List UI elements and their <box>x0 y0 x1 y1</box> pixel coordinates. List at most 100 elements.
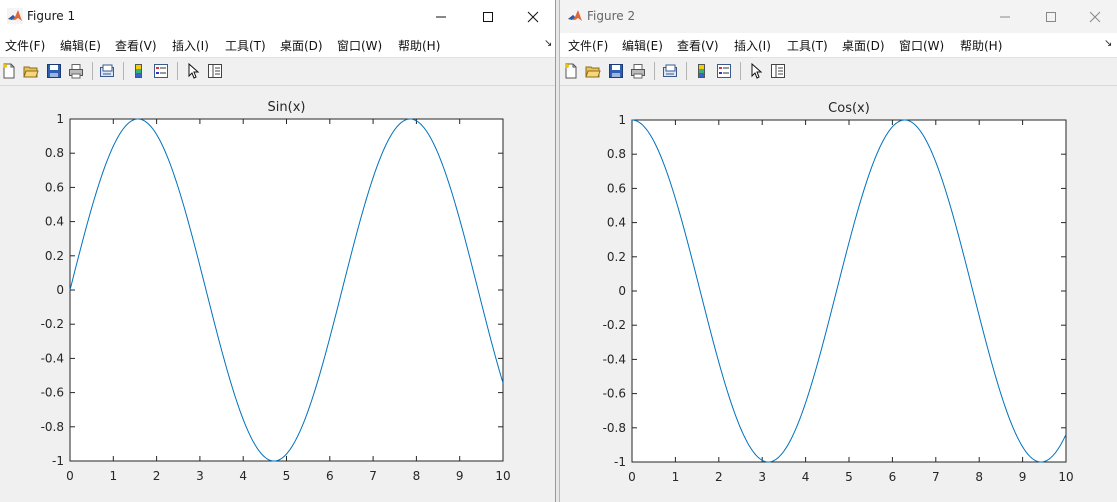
print-icon[interactable] <box>68 63 84 79</box>
title-bar[interactable]: Figure 2 <box>560 0 1117 33</box>
property-editor-icon[interactable] <box>207 63 223 79</box>
open-file-icon[interactable] <box>23 63 39 79</box>
menu-dock-arrow-icon[interactable]: ↘ <box>544 38 552 49</box>
link-figure-icon[interactable] <box>662 63 678 79</box>
save-icon[interactable] <box>46 63 62 79</box>
plot-title: Cos(x) <box>828 101 870 116</box>
new-figure-icon[interactable] <box>563 63 579 79</box>
minimize-button[interactable] <box>982 0 1028 33</box>
x-tick-label: 4 <box>802 470 810 484</box>
y-tick-label: 1 <box>56 112 64 126</box>
x-tick-label: 9 <box>1019 470 1027 484</box>
figure-window-1: Figure 1 文件(F) 编辑(E) 查看(V) 插入(I) 工具(T) 桌… <box>0 0 556 502</box>
menu-desktop[interactable]: 桌面(D) <box>842 37 885 54</box>
toolbar-separator <box>740 62 741 80</box>
minimize-icon <box>1000 16 1010 17</box>
matlab-logo-icon <box>7 8 23 24</box>
y-tick-label: -0.6 <box>603 387 626 401</box>
y-tick-label: -0.4 <box>41 351 64 365</box>
x-tick-label: 2 <box>715 470 723 484</box>
menu-desktop[interactable]: 桌面(D) <box>280 37 323 54</box>
save-icon[interactable] <box>608 63 624 79</box>
menu-file[interactable]: 文件(F) <box>5 37 45 54</box>
y-tick-label: 0 <box>618 284 626 298</box>
figure-1-plot[interactable]: Sin(x) 0 1 2 3 4 5 6 7 8 9 10 1 0.8 0.6 0.4 0.2 0 -0.2 -0.4… <box>0 86 556 502</box>
menu-insert[interactable]: 插入(I) <box>734 37 771 54</box>
figure-2-plot[interactable]: Cos(x) 0 1 2 3 4 5 6 7 8 9 10 1 0.8 0.6 0.4 0.2 0 -0.2 -0.4… <box>560 86 1117 502</box>
pointer-icon[interactable] <box>185 63 201 79</box>
x-tick-label: 10 <box>495 469 510 483</box>
maximize-button[interactable] <box>465 0 511 33</box>
maximize-icon <box>1046 11 1056 22</box>
y-tick-label: 0.4 <box>45 215 64 229</box>
menu-help[interactable]: 帮助(H) <box>398 37 440 54</box>
menu-view[interactable]: 查看(V) <box>115 37 157 54</box>
menu-window[interactable]: 窗口(W) <box>337 37 382 54</box>
menu-file[interactable]: 文件(F) <box>568 37 608 54</box>
y-tick-label: -1 <box>52 454 64 468</box>
open-file-icon[interactable] <box>585 63 601 79</box>
new-figure-icon[interactable] <box>1 63 17 79</box>
menu-edit[interactable]: 编辑(E) <box>622 37 663 54</box>
toolbar-separator <box>177 62 178 80</box>
y-tick-label: 0.2 <box>45 249 64 263</box>
close-button[interactable] <box>1072 0 1117 33</box>
y-tick-label: -1 <box>614 455 626 469</box>
x-tick-label: 5 <box>845 470 853 484</box>
window-title: Figure 2 <box>587 9 636 23</box>
menu-window[interactable]: 窗口(W) <box>899 37 944 54</box>
colorbar-icon[interactable] <box>694 63 710 79</box>
y-tick-label: 0.4 <box>607 216 626 230</box>
toolbar-separator <box>686 62 687 80</box>
x-tick-label: 7 <box>369 469 377 483</box>
menu-view[interactable]: 查看(V) <box>677 37 719 54</box>
menu-insert[interactable]: 插入(I) <box>172 37 209 54</box>
pointer-icon[interactable] <box>748 63 764 79</box>
link-figure-icon[interactable] <box>99 63 115 79</box>
y-tick-label: -0.6 <box>41 386 64 400</box>
menu-edit[interactable]: 编辑(E) <box>60 37 101 54</box>
x-tick-label: 6 <box>889 470 897 484</box>
x-tick-label: 10 <box>1058 470 1073 484</box>
toolbar-separator <box>123 62 124 80</box>
property-editor-icon[interactable] <box>770 63 786 79</box>
y-tick-label: 0.6 <box>45 180 64 194</box>
figure-toolbar <box>0 58 555 86</box>
x-tick-label: 2 <box>153 469 161 483</box>
matlab-logo-icon <box>567 8 583 24</box>
y-tick-label: -0.4 <box>603 352 626 366</box>
y-tick-label: 1 <box>618 113 626 127</box>
y-tick-label: -0.2 <box>603 318 626 332</box>
x-tick-label: 5 <box>283 469 291 483</box>
x-tick-label: 4 <box>239 469 247 483</box>
y-tick-label: -0.2 <box>41 317 64 331</box>
colorbar-icon[interactable] <box>131 63 147 79</box>
menu-tools[interactable]: 工具(T) <box>225 37 266 54</box>
x-tick-label: 0 <box>628 470 636 484</box>
close-icon <box>1089 11 1101 22</box>
maximize-button[interactable] <box>1028 0 1074 33</box>
minimize-icon <box>436 16 446 17</box>
y-tick-label: 0.8 <box>607 147 626 161</box>
legend-icon[interactable] <box>716 63 732 79</box>
axes-box <box>69 118 504 462</box>
x-tick-label: 1 <box>672 470 680 484</box>
toolbar-separator <box>654 62 655 80</box>
menu-dock-arrow-icon[interactable]: ↘ <box>1104 38 1112 49</box>
menu-bar: 文件(F) 编辑(E) 查看(V) 插入(I) 工具(T) 桌面(D) 窗口(W… <box>0 33 555 58</box>
legend-icon[interactable] <box>153 63 169 79</box>
close-button[interactable] <box>510 0 555 33</box>
print-icon[interactable] <box>630 63 646 79</box>
menu-bar: 文件(F) 编辑(E) 查看(V) 插入(I) 工具(T) 桌面(D) 窗口(W… <box>560 33 1117 58</box>
y-tick-label: 0.2 <box>607 250 626 264</box>
close-icon <box>527 11 539 22</box>
figure-toolbar <box>560 58 1117 86</box>
minimize-button[interactable] <box>418 0 464 33</box>
axes-box <box>631 119 1067 463</box>
menu-help[interactable]: 帮助(H) <box>960 37 1002 54</box>
x-tick-label: 8 <box>413 469 421 483</box>
menu-tools[interactable]: 工具(T) <box>787 37 828 54</box>
x-tick-label: 1 <box>109 469 117 483</box>
title-bar[interactable]: Figure 1 <box>0 0 555 33</box>
figure-window-2: Figure 2 文件(F) 编辑(E) 查看(V) 插入(I) 工具(T) 桌… <box>559 0 1117 502</box>
